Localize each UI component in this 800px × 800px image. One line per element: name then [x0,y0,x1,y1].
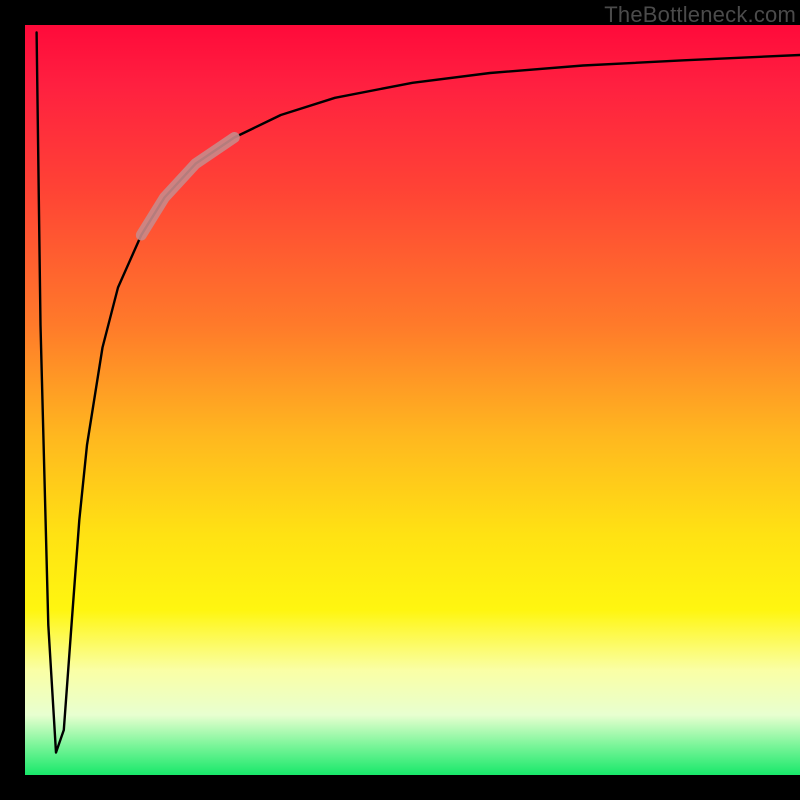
chart-frame: TheBottleneck.com [0,0,800,800]
highlight-segment [141,138,234,236]
chart-svg [25,25,800,775]
plot-area [25,25,800,775]
bottleneck-curve [37,33,800,753]
